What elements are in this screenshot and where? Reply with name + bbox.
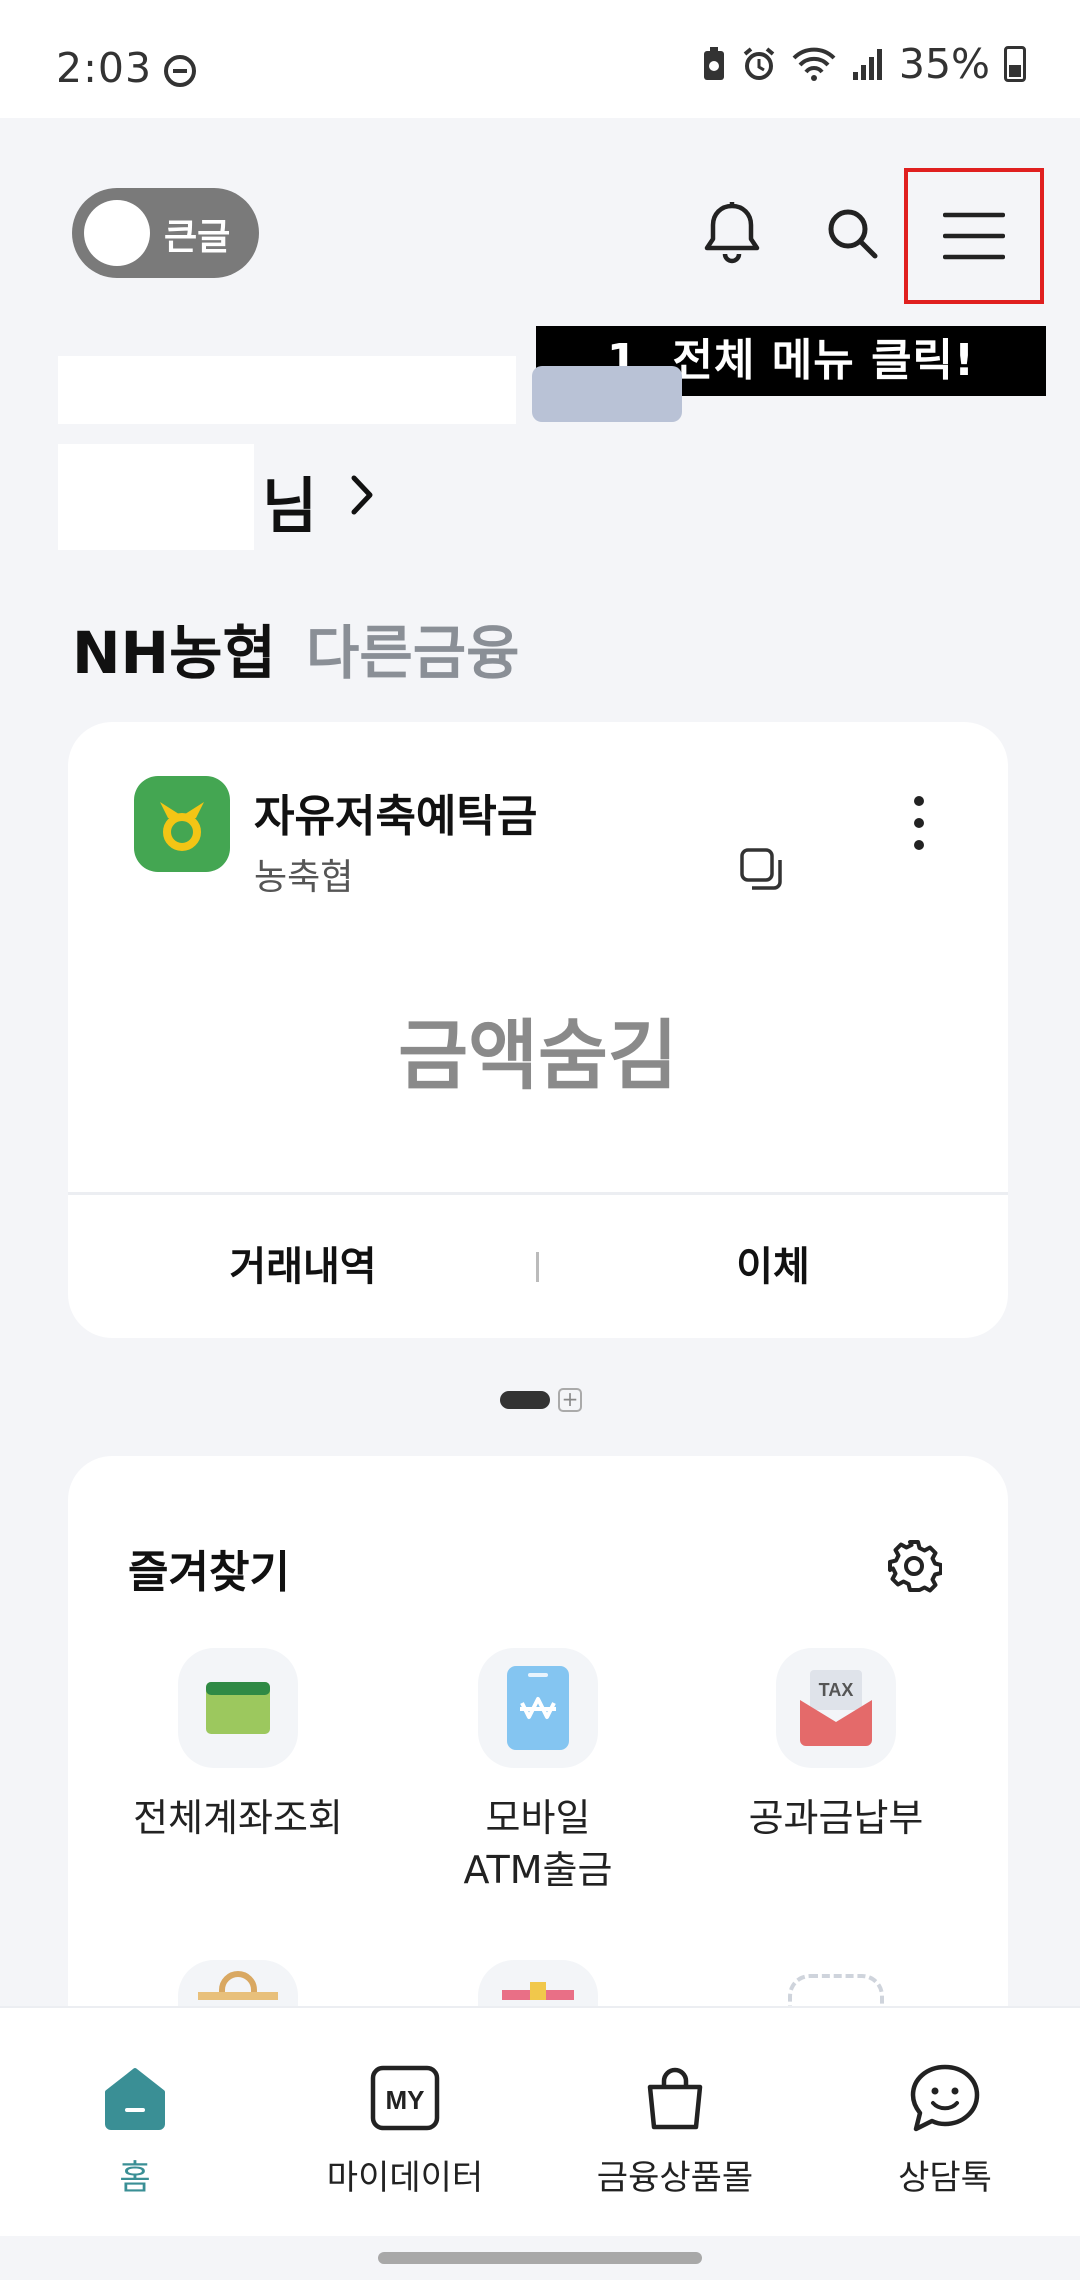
tab-nh-bank[interactable]: NH농협 bbox=[72, 606, 276, 690]
redacted-block bbox=[58, 356, 516, 424]
toggle-label: 큰글 bbox=[164, 217, 231, 258]
nav-label: 금융상품몰 bbox=[596, 2158, 754, 2198]
search-icon[interactable] bbox=[814, 195, 890, 271]
dnd-icon bbox=[164, 55, 196, 87]
favorite-label: 전체계좌조회 bbox=[133, 1796, 343, 1840]
battery-icon bbox=[1004, 46, 1026, 82]
chat-smile-icon bbox=[810, 2058, 1080, 2138]
mobile-atm-icon bbox=[478, 1648, 598, 1768]
alarm-icon bbox=[743, 47, 775, 80]
large-text-toggle[interactable]: 큰글 bbox=[72, 188, 259, 278]
nav-mydata[interactable]: MY 마이데이터 bbox=[270, 2008, 540, 2238]
chevron-right-icon[interactable] bbox=[348, 470, 378, 520]
account-name: 자유저축예탁금 bbox=[254, 791, 538, 842]
nav-financial-mall[interactable]: 금융상품몰 bbox=[540, 2008, 810, 2238]
account-card[interactable]: 자유저축예탁금 농축협 금액숨김 거래내역 이체 bbox=[68, 722, 1008, 1338]
tab-other-finance[interactable]: 다른금융 bbox=[306, 606, 519, 690]
greeting-suffix[interactable]: 님 bbox=[262, 458, 317, 545]
divider bbox=[68, 1192, 1008, 1195]
pager-active-indicator bbox=[500, 1391, 550, 1409]
signal-icon bbox=[852, 49, 882, 80]
copy-icon[interactable] bbox=[740, 848, 784, 892]
transfer-button[interactable]: 이체 bbox=[538, 1196, 1008, 1338]
nav-consult-talk[interactable]: 상담톡 bbox=[810, 2008, 1080, 2238]
favorites-title: 즐겨찾기 bbox=[128, 1547, 290, 1598]
more-options-icon[interactable] bbox=[898, 788, 938, 858]
favorite-utility-payment[interactable]: TAX 공과금납부 bbox=[686, 1648, 986, 1844]
full-menu-button[interactable] bbox=[904, 168, 1044, 304]
status-bar: 2:03 35% bbox=[0, 0, 1080, 118]
tax-envelope-icon: TAX bbox=[776, 1648, 896, 1768]
toggle-knob bbox=[84, 200, 150, 266]
bottom-navigation: 홈 MY 마이데이터 금융상품몰 상담톡 bbox=[0, 2006, 1080, 2236]
mydata-icon: MY bbox=[270, 2058, 540, 2138]
nh-logo-icon bbox=[134, 776, 230, 872]
mydata-icon-text: MY bbox=[386, 2085, 425, 2115]
nav-label: 홈 bbox=[119, 2158, 151, 2198]
card-icon bbox=[178, 1648, 298, 1768]
member-grade-badge bbox=[532, 366, 682, 422]
wifi-icon bbox=[792, 47, 836, 81]
hamburger-menu-icon bbox=[943, 212, 1005, 260]
battery-saver-icon bbox=[703, 47, 724, 80]
nav-label: 상담톡 bbox=[898, 2158, 992, 2198]
home-gesture-bar[interactable] bbox=[378, 2252, 702, 2264]
shopping-bag-icon bbox=[540, 2058, 810, 2138]
favorite-label: 모바일 ATM출금 bbox=[463, 1796, 613, 1892]
tax-label: TAX bbox=[819, 1680, 854, 1700]
account-amount[interactable]: 금액숨김 bbox=[68, 994, 1008, 1104]
add-account-page-icon[interactable]: + bbox=[558, 1388, 582, 1412]
favorite-all-accounts[interactable]: 전체계좌조회 bbox=[88, 1648, 388, 1844]
account-bank: 농축협 bbox=[254, 857, 354, 898]
favorite-label: 공과금납부 bbox=[748, 1796, 924, 1840]
favorite-mobile-atm[interactable]: 모바일 ATM출금 bbox=[388, 1648, 688, 1896]
home-icon bbox=[0, 2058, 270, 2138]
gear-icon[interactable] bbox=[886, 1538, 942, 1594]
transaction-history-button[interactable]: 거래내역 bbox=[68, 1196, 538, 1338]
status-icons: 35% bbox=[701, 40, 1026, 88]
nav-label: 마이데이터 bbox=[326, 2158, 484, 2198]
battery-percent: 35% bbox=[898, 40, 990, 88]
notification-bell-icon[interactable] bbox=[694, 195, 770, 271]
nav-home[interactable]: 홈 bbox=[0, 2008, 270, 2238]
redacted-name bbox=[58, 444, 254, 550]
status-time: 2:03 bbox=[56, 44, 153, 92]
